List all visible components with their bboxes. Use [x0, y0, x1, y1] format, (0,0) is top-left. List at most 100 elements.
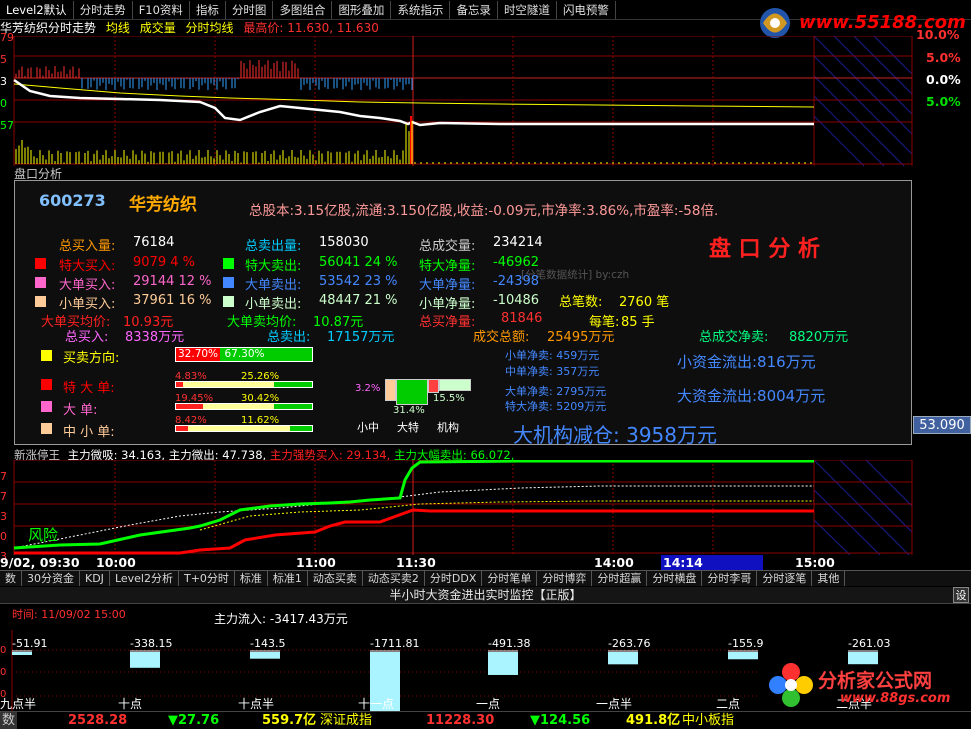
mini-bar-red — [428, 379, 439, 393]
index2-amount: 491.8亿 — [626, 713, 681, 728]
monitor-title: 半小时大资金进出实时监控【正版】 — [389, 588, 582, 602]
indicator-tab[interactable]: 分时逐笔 — [757, 571, 813, 586]
indicator-tab[interactable]: 分时超赢 — [592, 571, 648, 586]
deal-amt: 25495万元 — [547, 330, 615, 345]
chart-title-bar: 华芳纺织分时走势 均线 成交量 分时均线 最高价: 11.630, 11.630 — [0, 20, 912, 36]
index3-name[interactable]: 中小板指 — [682, 712, 734, 729]
direction-sell-segment: 67.30% — [220, 348, 312, 361]
vol-total: 234214 — [493, 235, 543, 250]
settings-button[interactable]: 设 — [953, 587, 969, 603]
bar-label: 中 小 单: — [63, 425, 115, 440]
net-type-value: -46962 — [493, 255, 540, 270]
flow-bar-period: 一点 — [476, 697, 501, 711]
menu-item[interactable]: F10资料 — [133, 0, 190, 19]
current-price-box: 53.090 — [913, 416, 971, 434]
index2-value: 11228.30 — [426, 713, 495, 728]
axis-tick: 0 — [0, 645, 7, 656]
menu-item[interactable]: 备忘录 — [450, 0, 498, 19]
indicator-tab[interactable]: 分时笔单 — [482, 571, 538, 586]
index1-change: ▼27.76 — [168, 713, 220, 728]
stock-info: 总股本:3.15亿股,流通:3.150亿股,收益:-0.09元,市净率:3.86… — [249, 203, 719, 219]
pct-label-5-down: 5.0% — [926, 94, 961, 109]
indicator-tab[interactable]: 分时博弈 — [537, 571, 593, 586]
bar-sell-fill — [188, 426, 291, 431]
avg-price-line — [13, 83, 815, 108]
index1-amount: 559.7亿 — [262, 713, 317, 728]
direction-label: 买卖方向: — [63, 351, 120, 366]
axis-tick: 3 — [0, 75, 7, 88]
indicator-tab[interactable]: 数 — [0, 571, 22, 586]
axis-tick: 79 — [0, 31, 14, 44]
menu-item[interactable]: 图形叠加 — [332, 0, 392, 19]
indicator-tab[interactable]: 30分资金 — [22, 571, 80, 586]
index2-name[interactable]: 深证成指 — [320, 712, 372, 729]
status-tag[interactable]: 数 — [0, 712, 18, 729]
buy-type-label: 小单买入: — [59, 297, 116, 312]
menu-item[interactable]: 分时走势 — [74, 0, 133, 19]
mini-caption-1: 小中 — [357, 421, 379, 434]
flow-bar — [728, 652, 758, 660]
site-logo-bottom: 分析家公式网 www.88gs.com — [768, 660, 968, 710]
intraday-price-chart — [13, 36, 913, 166]
flow-bar-value: -1711.81 — [370, 637, 420, 650]
net-type-label: 小单净量: — [419, 297, 476, 312]
mini-caption-3: 机构 — [437, 421, 459, 434]
buy-type-label: 大单买入: — [59, 278, 116, 293]
indicator-tab[interactable]: Level2分析 — [110, 571, 179, 586]
buy-swatch — [35, 258, 46, 269]
indicator-tab[interactable]: 分时横盘 — [647, 571, 703, 586]
indicator-tab[interactable]: 标准 — [235, 571, 268, 586]
buy-total: 76184 — [133, 235, 175, 250]
axis-tick: 5 — [0, 53, 7, 66]
ma-label: 均线 — [105, 21, 130, 35]
buy-type-value: 9079 4 % — [133, 255, 195, 270]
buy-swatch — [35, 277, 46, 288]
total-net: 81846 — [501, 311, 543, 326]
indicator-tab[interactable]: 动态买卖 — [308, 571, 363, 586]
future-area-hatch-sub — [813, 460, 913, 555]
indicator-tab[interactable]: 分时李哥 — [702, 571, 758, 586]
buy-swatch — [35, 296, 46, 307]
bar-buy-fill — [176, 404, 204, 409]
direction-bar: 32.70% 67.30% — [175, 347, 313, 362]
mini-caption-2: 大特 — [397, 421, 419, 434]
indicator-tab[interactable]: 分时DDX — [425, 571, 483, 586]
indicator-tab[interactable]: T+0分时 — [179, 571, 235, 586]
sell-type-value: 56041 24 % — [319, 255, 398, 270]
indicator-tab[interactable]: 其他 — [812, 571, 846, 586]
mini-bar-pale — [439, 379, 471, 391]
menu-item[interactable]: 时空隧道 — [498, 0, 557, 19]
monitor-header: 半小时大资金进出实时监控【正版】 设 — [0, 587, 971, 604]
menu-item[interactable]: 指标 — [190, 0, 226, 19]
time-tick-1000: 10:00 — [96, 555, 136, 570]
flower-logo-icon — [769, 663, 813, 707]
buy-amt: 8338万元 — [125, 330, 185, 345]
index1-value: 2528.28 — [68, 713, 128, 728]
indicator-tab[interactable]: 动态买卖2 — [363, 571, 425, 586]
pct-label-5-up: 5.0% — [926, 50, 961, 65]
small-fund-flow: 小资金流出:816万元 — [677, 353, 816, 371]
indicator-tab[interactable]: KDJ — [80, 571, 110, 586]
stock-code: 600273 — [39, 191, 106, 210]
time-cursor-box: 14:14 — [661, 555, 763, 570]
menu-item[interactable]: 多图组合 — [273, 0, 333, 19]
menu-item[interactable]: 系统指示 — [391, 0, 451, 19]
sell-type-label: 特大卖出: — [245, 259, 302, 274]
sell-swatch — [223, 296, 234, 307]
menu-item[interactable]: Level2默认 — [0, 0, 74, 19]
indicator-tab[interactable]: 标准1 — [268, 571, 308, 586]
bar-swatch — [41, 401, 52, 412]
bar-track — [175, 381, 313, 388]
flow-bar-period: 九点半 — [0, 697, 37, 711]
bar-sell-fill — [203, 404, 274, 409]
menu-item[interactable]: 分时图 — [226, 0, 274, 19]
flow-bar-value: -261.03 — [848, 637, 891, 650]
vol-total-label: 总成交量: — [419, 239, 476, 254]
sell-swatch — [223, 258, 234, 269]
mini-right-pct: 15.5% — [433, 393, 465, 404]
menu-item[interactable]: 闪电预警 — [557, 0, 616, 19]
mini-bar-large — [396, 379, 428, 405]
order-analysis-panel: 600273 华芳纺织 总股本:3.15亿股,流通:3.150亿股,收益:-0.… — [14, 180, 912, 447]
flow-bar-value: -338.15 — [130, 637, 173, 650]
sell-type-value: 48447 21 % — [319, 293, 398, 308]
